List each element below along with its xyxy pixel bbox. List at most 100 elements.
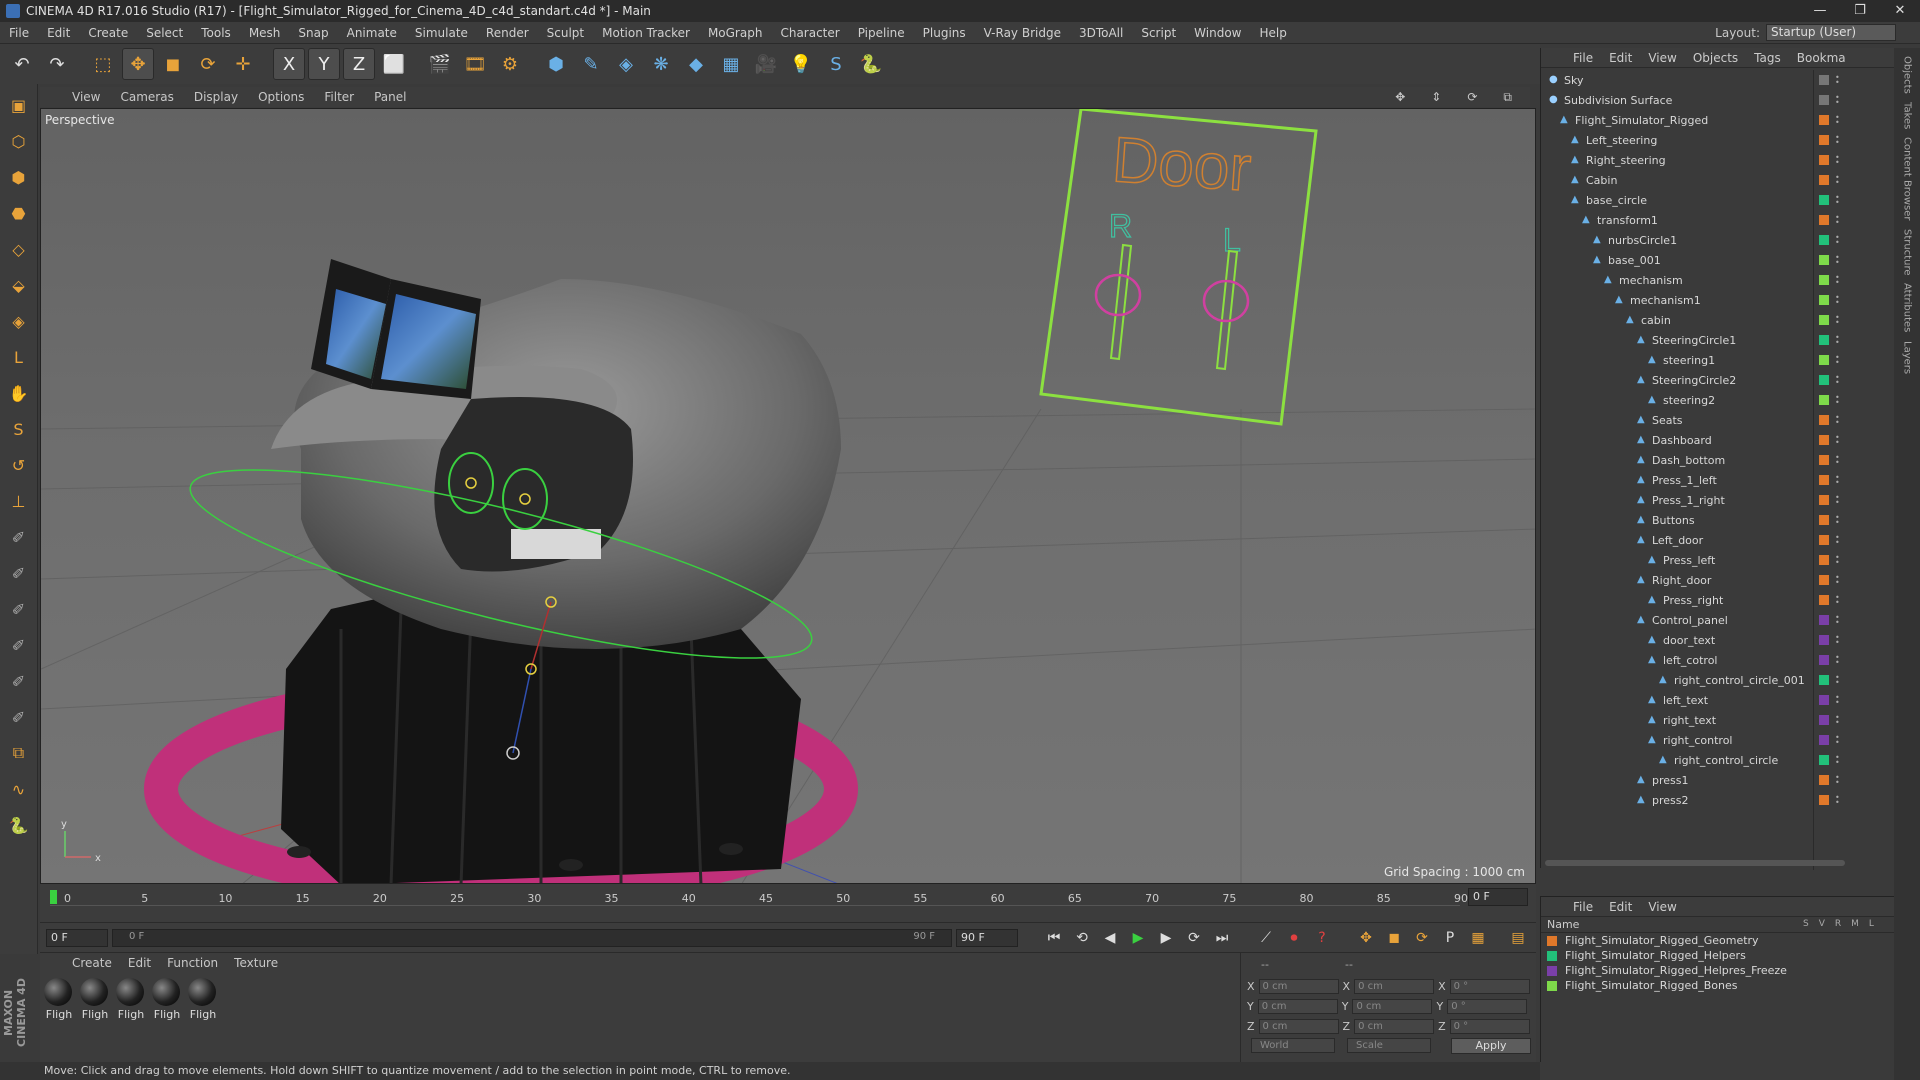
layer-color-tag[interactable] [1819,335,1829,345]
object-menu-tags[interactable]: Tags [1746,51,1789,65]
menu-file[interactable]: File [0,26,38,40]
visibility-dots[interactable]: • • [1835,454,1840,467]
coord-value-field[interactable]: 0 cm [1354,979,1435,994]
menu-script[interactable]: Script [1132,26,1185,40]
coordinate-system-icon[interactable]: ⬜ [378,48,410,80]
viewport-menu-cameras[interactable]: Cameras [110,90,183,104]
light-icon[interactable]: 💡 [785,48,817,80]
visibility-dots[interactable]: • • [1835,514,1840,527]
object-row[interactable]: ▲ base_001 • • [1541,250,1895,270]
layer-color-tag[interactable] [1819,475,1829,485]
object-row[interactable]: ▲ press2 • • [1541,790,1895,810]
z-axis-icon[interactable]: Z [343,48,375,80]
object-menu-objects[interactable]: Objects [1685,51,1746,65]
object-row[interactable]: ● Subdivision Surface • • [1541,90,1895,110]
coord-system-dropdown[interactable]: World [1251,1038,1335,1053]
minimize-button[interactable]: — [1800,0,1840,22]
subdivision-icon[interactable]: ◈ [610,48,642,80]
tool-15-icon[interactable]: ✐ [4,630,34,660]
layer-color-tag[interactable] [1819,175,1829,185]
object-manager-scrollbar[interactable] [1545,860,1845,866]
layer-color-tag[interactable] [1819,155,1829,165]
y-axis-icon[interactable]: Y [308,48,340,80]
layer-row[interactable]: Flight_Simulator_Rigged_Bones [1541,978,1894,993]
viewport-menu-options[interactable]: Options [248,90,314,104]
tool-1-icon[interactable]: ⬡ [4,126,34,156]
tool-10-icon[interactable]: ↺ [4,450,34,480]
visibility-dots[interactable]: • • [1835,394,1840,407]
object-row[interactable]: ▲ Left_door • • [1541,530,1895,550]
coord-mode-dropdown[interactable]: Scale [1347,1038,1431,1053]
object-row[interactable]: ▲ door_text • • [1541,630,1895,650]
deformer-icon[interactable]: ◆ [680,48,712,80]
menu-motion-tracker[interactable]: Motion Tracker [593,26,699,40]
visibility-dots[interactable]: • • [1835,554,1840,567]
visibility-dots[interactable]: • • [1835,694,1840,707]
redo-icon[interactable]: ↷ [41,48,73,80]
go-to-end-button[interactable]: ⏭ [1210,926,1234,950]
menu-select[interactable]: Select [137,26,192,40]
tool-14-icon[interactable]: ✐ [4,594,34,624]
floor-icon[interactable]: ▦ [715,48,747,80]
visibility-dots[interactable]: • • [1835,234,1840,247]
layer-menu-file[interactable]: File [1565,900,1601,914]
object-row[interactable]: ▲ Buttons • • [1541,510,1895,530]
object-row[interactable]: ▲ right_text • • [1541,710,1895,730]
visibility-dots[interactable]: • • [1835,754,1840,767]
visibility-dots[interactable]: • • [1835,174,1840,187]
array-icon[interactable]: ❋ [645,48,677,80]
object-row[interactable]: ▲ steering1 • • [1541,350,1895,370]
timeline-track[interactable]: 0 5 10 15 20 25 30 35 40 45 50 55 60 65 70 75 80 85 90 [50,888,1468,906]
visibility-dots[interactable]: • • [1835,134,1840,147]
tool-6-icon[interactable]: ◈ [4,306,34,336]
layer-color-tag[interactable] [1819,795,1829,805]
object-menu-file[interactable]: File [1565,51,1601,65]
pen-icon[interactable]: ✎ [575,48,607,80]
x-axis-icon[interactable]: X [273,48,305,80]
layer-color-tag[interactable] [1819,635,1829,645]
object-row[interactable]: ▲ Dash_bottom • • [1541,450,1895,470]
visibility-dots[interactable]: • • [1835,254,1840,267]
object-row[interactable]: ▲ Right_steering • • [1541,150,1895,170]
viewport-menu-panel[interactable]: Panel [364,90,416,104]
object-row[interactable]: ▲ Cabin • • [1541,170,1895,190]
object-row[interactable]: ▲ steering2 • • [1541,390,1895,410]
layer-color-tag[interactable] [1819,515,1829,525]
tool-2-icon[interactable]: ⬢ [4,162,34,192]
layer-color-tag[interactable] [1819,735,1829,745]
go-to-start-button[interactable]: ⏮ [1042,926,1066,950]
visibility-dots[interactable]: • • [1835,674,1840,687]
perspective-viewport[interactable]: Door R L y x Perspective Grid Spacing : … [40,108,1536,884]
next-key-button[interactable]: ⟳ [1182,926,1206,950]
layout-dropdown[interactable]: Startup (User) [1766,24,1896,41]
object-row[interactable]: ▲ Seats • • [1541,410,1895,430]
layer-color-tag[interactable] [1819,675,1829,685]
layer-color-tag[interactable] [1819,235,1829,245]
visibility-dots[interactable]: • • [1835,314,1840,327]
menu-window[interactable]: Window [1185,26,1250,40]
layer-color-tag[interactable] [1819,95,1829,105]
layer-row[interactable]: Flight_Simulator_Rigged_Geometry [1541,933,1894,948]
visibility-dots[interactable]: • • [1835,434,1840,447]
menu-v-ray-bridge[interactable]: V-Ray Bridge [975,26,1070,40]
visibility-dots[interactable]: • • [1835,274,1840,287]
layer-color-chip[interactable] [1547,980,1557,991]
maximize-button[interactable]: ❐ [1840,0,1880,22]
object-row[interactable]: ▲ SteeringCircle2 • • [1541,370,1895,390]
visibility-dots[interactable]: • • [1835,574,1840,587]
object-row[interactable]: ▲ Control_panel • • [1541,610,1895,630]
visibility-dots[interactable]: • • [1835,794,1840,807]
visibility-dots[interactable]: • • [1835,774,1840,787]
layer-color-chip[interactable] [1547,965,1557,976]
menu-plugins[interactable]: Plugins [914,26,975,40]
layer-color-tag[interactable] [1819,195,1829,205]
tool-11-icon[interactable]: ⊥ [4,486,34,516]
right-tab-takes[interactable]: Takes [1902,102,1913,129]
layer-color-tag[interactable] [1819,315,1829,325]
material-swatch[interactable]: Fligh [80,978,110,1021]
visibility-dots[interactable]: • • [1835,594,1840,607]
object-menu-bookma[interactable]: Bookma [1789,51,1854,65]
layer-color-tag[interactable] [1819,775,1829,785]
object-row[interactable]: ▲ mechanism • • [1541,270,1895,290]
tool-13-icon[interactable]: ✐ [4,558,34,588]
